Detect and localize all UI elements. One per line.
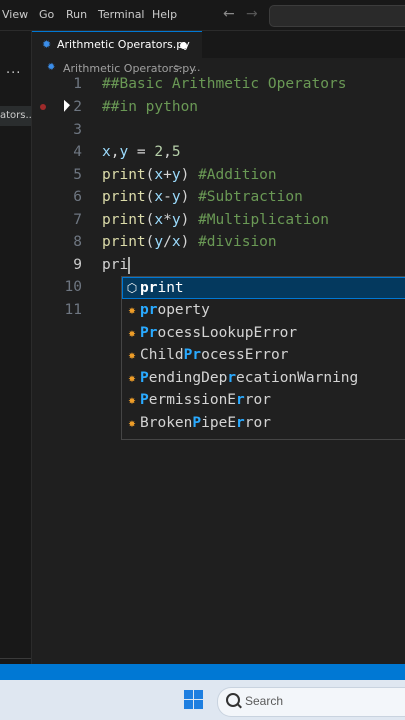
line-number: 11 [64, 302, 82, 318]
code-line: 2 ##in python [32, 96, 405, 118]
menu-help[interactable]: Help [152, 8, 177, 21]
line-number: 7 [73, 212, 82, 228]
code-text: ##Basic Arithmetic Operators [102, 76, 347, 92]
line-number: 2 [73, 99, 82, 115]
sidebar-divider [0, 658, 31, 659]
class-icon: ✸ [128, 416, 136, 430]
cube-icon: ⬡ [126, 281, 138, 295]
menu-run[interactable]: Run [66, 8, 87, 21]
line-number: 10 [64, 279, 82, 295]
status-bar [0, 664, 405, 680]
mouse-pointer-icon [64, 99, 70, 115]
code-text: print(x*y) #Multiplication [102, 212, 330, 228]
menu-terminal[interactable]: Terminal [98, 8, 145, 21]
back-arrow-icon[interactable]: ← [223, 6, 235, 22]
suggestion-item[interactable]: ✸ PendingDeprecationWarning [122, 367, 405, 389]
class-icon: ✸ [128, 303, 136, 317]
explorer-sidebar: ··· ators.... [0, 31, 32, 664]
suggestion-label: property [140, 302, 210, 318]
search-label: Search [245, 694, 284, 708]
python-file-icon: ✹ [42, 38, 52, 51]
menu-view[interactable]: View [2, 8, 28, 21]
line-number: 6 [73, 189, 82, 205]
menu-go[interactable]: Go [39, 8, 54, 21]
tab-label: Arithmetic Operators.py [57, 38, 190, 51]
code-line: 6 print(x-y) #Subtraction [32, 186, 405, 208]
class-icon: ✸ [128, 371, 136, 385]
command-center-input[interactable] [269, 5, 405, 27]
code-text: ##in python [102, 99, 199, 115]
suggestion-widget: ⬡ print ✸ property ✸ ProcessLookupError … [121, 276, 405, 440]
code-text-typing: pri [102, 254, 131, 276]
suggestion-item[interactable]: ⬡ print [122, 277, 405, 299]
code-line: 1 ##Basic Arithmetic Operators [32, 73, 405, 95]
text-cursor [128, 256, 131, 274]
suggestion-label: print [140, 280, 184, 296]
suggestion-item[interactable]: ✸ ProcessLookupError [122, 322, 405, 344]
class-icon: ✸ [128, 393, 136, 407]
suggestion-label: ChildProcessError [140, 347, 289, 363]
open-editor-item[interactable]: ators.... [0, 106, 31, 126]
code-line: 5 print(x+y) #Addition [32, 164, 405, 186]
line-number: 1 [73, 76, 82, 92]
tab-bar: ✹ Arithmetic Operators.py [32, 31, 405, 59]
line-number: 5 [73, 167, 82, 183]
suggestion-item[interactable]: ✸ BrokenPipeError [122, 412, 405, 434]
code-line: 3 [32, 119, 405, 141]
python-file-icon: ✹ [47, 62, 56, 73]
suggestion-label: PendingDeprecationWarning [140, 370, 359, 386]
code-line-active: 9 pri [32, 254, 405, 276]
unsaved-dot-icon[interactable] [180, 42, 187, 49]
taskbar-search-box[interactable]: Search [217, 687, 405, 717]
menu-bar: View Go Run Terminal Help ← → [0, 0, 405, 31]
suggestion-item[interactable]: ✸ PermissionError [122, 389, 405, 411]
search-icon [226, 693, 240, 707]
typed-text: pri [102, 257, 129, 273]
code-text: print(x-y) #Subtraction [102, 189, 303, 205]
code-line: 8 print(y/x) #division [32, 231, 405, 253]
suggestion-label: PermissionError [140, 392, 271, 408]
line-number: 4 [73, 144, 82, 160]
line-number: 8 [73, 234, 82, 250]
more-actions-icon[interactable]: ··· [6, 66, 21, 81]
line-number: 3 [73, 122, 82, 138]
code-text: print(y/x) #division [102, 234, 277, 250]
tab-arithmetic-operators[interactable]: ✹ Arithmetic Operators.py [32, 31, 202, 59]
suggestion-label: BrokenPipeError [140, 415, 271, 431]
class-icon: ✸ [128, 348, 136, 362]
code-line: 4 x,y = 2,5 [32, 141, 405, 163]
windows-start-icon[interactable] [184, 690, 203, 709]
suggestion-item[interactable]: ✸ property [122, 299, 405, 321]
code-text: x,y = 2,5 [102, 144, 181, 160]
forward-arrow-icon[interactable]: → [246, 6, 258, 22]
line-number: 9 [73, 257, 82, 273]
code-line: 7 print(x*y) #Multiplication [32, 209, 405, 231]
suggestion-item[interactable]: ✸ ChildProcessError [122, 344, 405, 366]
suggestion-label: ProcessLookupError [140, 325, 298, 341]
class-icon: ✸ [128, 326, 136, 340]
code-text: print(x+y) #Addition [102, 167, 277, 183]
